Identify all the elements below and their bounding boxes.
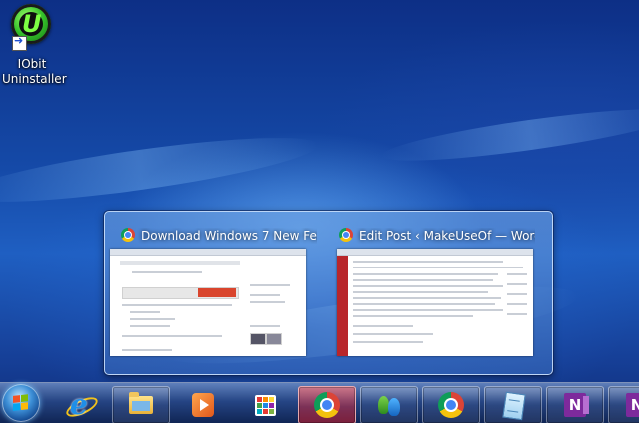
taskbar-button-media-player[interactable]	[174, 386, 232, 423]
media-player-icon	[189, 391, 217, 419]
thumbnail-window-2[interactable]: Edit Post ‹ MakeUseOf — Word...	[323, 212, 535, 372]
taskbar-button-chrome[interactable]	[422, 386, 480, 423]
thumbnail-window-1[interactable]: Download Windows 7 New Feat...	[105, 212, 317, 372]
desktop-icon-label: IObit Uninstaller	[2, 57, 67, 86]
chrome-icon	[121, 228, 135, 242]
taskbar-thumbnail-preview: Download Windows 7 New Feat...	[104, 211, 553, 375]
chrome-icon	[437, 391, 465, 419]
notepad-icon	[499, 391, 527, 421]
thumbnail-image	[337, 249, 533, 356]
wallpaper-streak	[379, 99, 639, 171]
start-button[interactable]	[2, 384, 40, 422]
taskbar: e N N	[0, 382, 639, 423]
taskbar-button-apps[interactable]	[236, 386, 294, 423]
desktop-icon-iobit-uninstaller[interactable]: U IObit Uninstaller	[2, 4, 67, 87]
windows-explorer-icon	[127, 391, 155, 419]
wallpaper-streak	[0, 125, 322, 215]
iobit-uninstaller-icon: U	[8, 4, 56, 52]
desktop: U IObit Uninstaller Download Windows 7 N…	[0, 0, 639, 423]
chrome-icon	[339, 228, 353, 242]
shortcut-arrow-icon	[12, 34, 27, 51]
thumbnail-title: Edit Post ‹ MakeUseOf — Word...	[359, 229, 535, 243]
taskbar-button-chrome-active[interactable]	[298, 386, 356, 423]
chrome-icon	[313, 391, 341, 419]
taskbar-button-messenger[interactable]	[360, 386, 418, 423]
taskbar-button-onenote[interactable]: N	[546, 386, 604, 423]
apps-grid-icon	[251, 391, 279, 419]
internet-explorer-icon: e	[63, 391, 101, 421]
onenote-icon: N	[561, 391, 589, 419]
thumbnail-image	[110, 249, 306, 356]
windows-logo-icon	[13, 394, 29, 412]
taskbar-button-windows-explorer[interactable]	[112, 386, 170, 423]
messenger-icon	[375, 391, 403, 419]
onenote-icon: N	[623, 391, 639, 419]
thumbnail-title: Download Windows 7 New Feat...	[141, 229, 317, 243]
taskbar-button-internet-explorer[interactable]: e	[50, 386, 108, 423]
taskbar-button-onenote-2[interactable]: N	[608, 386, 639, 423]
taskbar-button-notepad[interactable]	[484, 386, 542, 423]
